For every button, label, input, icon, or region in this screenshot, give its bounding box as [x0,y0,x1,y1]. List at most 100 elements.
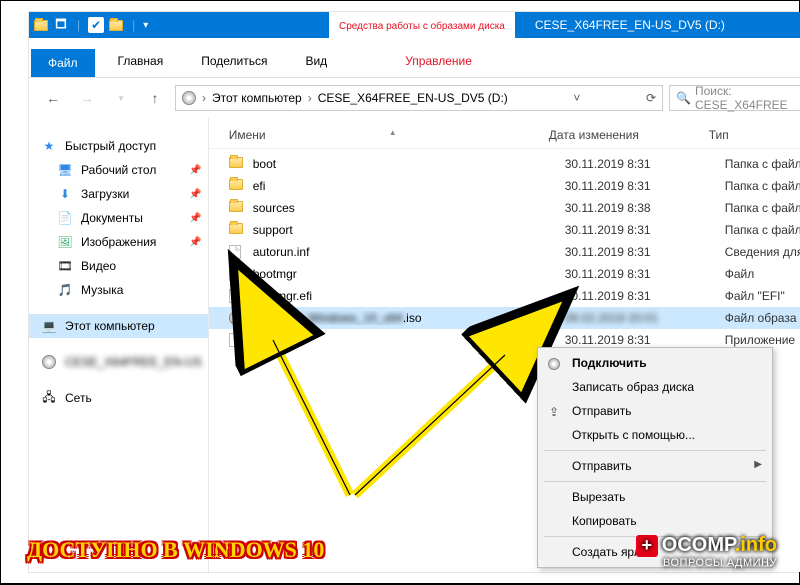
file-date: 30.11.2019 8:31 [565,179,725,193]
pc-icon: 💻 [41,318,57,334]
file-date: 30.11.2019 8:38 [565,201,725,215]
file-date: 30.11.2019 8:31 [565,245,725,259]
nav-forward-icon: → [73,84,101,112]
sidebar-drive[interactable]: CESE_X64FREE_EN-US [29,350,208,374]
menu-burn[interactable]: Записать образ диска [538,375,772,399]
search-input[interactable]: 🔍 Поиск: CESE_X64FREE [669,85,800,111]
menu-open-with[interactable]: Открыть с помощью... [538,423,772,447]
file-name: setup.exe [253,333,565,347]
folder-icon [229,223,245,237]
sidebar-item-downloads[interactable]: ⬇Загрузки📌 [29,182,208,206]
file-row[interactable]: bootmgr.efi30.11.2019 8:31Файл "EFI" [209,285,800,307]
pictures-icon: 🖼 [57,234,73,250]
caption-text: ДОСТУПНО В WINDOWS 10 [27,537,324,563]
documents-icon: 📄 [57,210,73,226]
col-date[interactable]: Дата изменения [549,128,709,142]
file-icon [229,245,245,259]
breadcrumb[interactable]: › Этот компьютер › CESE_X64FREE_EN-US_DV… [175,85,663,111]
pin-icon: 📌 [189,237,201,248]
plus-icon: + [636,535,658,557]
folder-icon [229,201,245,215]
menu-separator [544,481,766,482]
file-name: efi [253,179,565,193]
tab-share[interactable]: Поделиться [182,45,286,77]
breadcrumb-root[interactable]: Этот компьютер [212,91,302,105]
address-row: ← → ▾ ↑ › Этот компьютер › CESE_X64FREE_… [29,78,800,118]
breadcrumb-child[interactable]: CESE_X64FREE_EN-US_DV5 (D:) [318,91,508,105]
music-icon: 🎵 [57,282,73,298]
file-type: Сведения для установки [725,245,800,259]
pin-icon: 📌 [189,189,201,200]
file-type: Приложение [725,333,800,347]
file-name: support [253,223,565,237]
menu-cut[interactable]: Вырезать [538,485,772,509]
addr-dropdown-icon[interactable]: ˅ [573,91,580,105]
nav-recent-icon[interactable]: ▾ [107,84,135,112]
file-date: 30.11.2019 8:31 [565,289,725,303]
file-row[interactable]: efi30.11.2019 8:31Папка с файлами [209,175,800,197]
file-row[interactable]: autorun.inf30.11.2019 8:31Сведения для у… [209,241,800,263]
search-icon: 🔍 [676,91,691,105]
explorer-window: 🗖 | ✔ | ▾ Средства работы с образами дис… [29,12,800,572]
file-row[interactable]: bootmgr30.11.2019 8:31Файл [209,263,800,285]
file-type: Файл образа диска [725,311,800,325]
folder-icon [229,179,245,193]
file-date: 09.02.2019 20:01 [565,311,725,325]
file-type: Файл "EFI" [725,289,800,303]
menu-separator [544,450,766,451]
tab-home[interactable]: Главная [99,45,183,77]
file-row[interactable]: boot30.11.2019 8:31Папка с файлами [209,153,800,175]
file-date: 30.11.2019 8:31 [565,267,725,281]
drive-icon [182,91,196,105]
file-name: bootmgr.efi [253,289,565,303]
menu-send-to[interactable]: Отправить▶ [538,454,772,478]
contextual-tab[interactable]: Средства работы с образами диска [329,12,515,38]
sidebar-quick-access[interactable]: ★Быстрый доступ [29,134,208,158]
file-row[interactable]: sources30.11.2019 8:38Папка с файлами [209,197,800,219]
menu-mount[interactable]: Подключить [538,351,772,375]
tab-view[interactable]: Вид [286,45,346,77]
sort-indicator-icon: ▲ [389,128,397,137]
file-name: Microsoft_Windows_10_x64.iso [253,311,565,325]
sidebar-item-videos[interactable]: 🎞Видео [29,254,208,278]
videos-icon: 🎞 [57,258,73,274]
sidebar-item-desktop[interactable]: 🖥Рабочий стол📌 [29,158,208,182]
menu-copy[interactable]: Копировать [538,509,772,533]
nav-sidebar: ★Быстрый доступ 🖥Рабочий стол📌 ⬇Загрузки… [29,118,209,572]
disc-icon [41,354,57,370]
sidebar-item-music[interactable]: 🎵Музыка [29,278,208,302]
file-type: Папка с файлами [725,157,800,171]
window-title: CESE_X64FREE_EN-US_DV5 (D:) [515,18,800,32]
file-row[interactable]: support30.11.2019 8:31Папка с файлами [209,219,800,241]
menu-send[interactable]: ⇪Отправить [538,399,772,423]
refresh-icon[interactable]: ⟳ [646,91,656,105]
titlebar: 🗖 | ✔ | ▾ Средства работы с образами дис… [29,12,800,38]
file-row[interactable]: Microsoft_Windows_10_x64.iso09.02.2019 2… [209,307,800,329]
explorer-icon [33,17,49,33]
tab-manage[interactable]: Управление [386,45,491,77]
sidebar-item-documents[interactable]: 📄Документы📌 [29,206,208,230]
file-name: autorun.inf [253,245,565,259]
file-name: bootmgr [253,267,565,281]
qat-folder-icon[interactable] [108,17,124,33]
folder-icon [229,157,245,171]
qat-properties-icon[interactable]: 🗖 [53,17,69,33]
downloads-icon: ⬇ [57,186,73,202]
sidebar-this-pc[interactable]: 💻Этот компьютер [29,314,208,338]
sidebar-item-pictures[interactable]: 🖼Изображения📌 [29,230,208,254]
disc-icon [229,311,245,325]
nav-up-icon[interactable]: ↑ [141,84,169,112]
nav-back-icon[interactable]: ← [39,84,67,112]
disc-icon [546,356,562,372]
file-type: Файл [725,267,800,281]
tab-file[interactable]: Файл [31,49,95,77]
submenu-arrow-icon: ▶ [754,459,762,470]
column-headers: ▲ Имени Дата изменения Тип [209,118,800,149]
qat-check-icon[interactable]: ✔ [88,17,104,33]
desktop-icon: 🖥 [57,162,73,178]
file-name: boot [253,157,565,171]
network-icon: 🖧 [41,390,57,406]
col-type[interactable]: Тип [709,128,800,142]
file-type: Папка с файлами [725,179,800,193]
sidebar-network[interactable]: 🖧Сеть [29,386,208,410]
